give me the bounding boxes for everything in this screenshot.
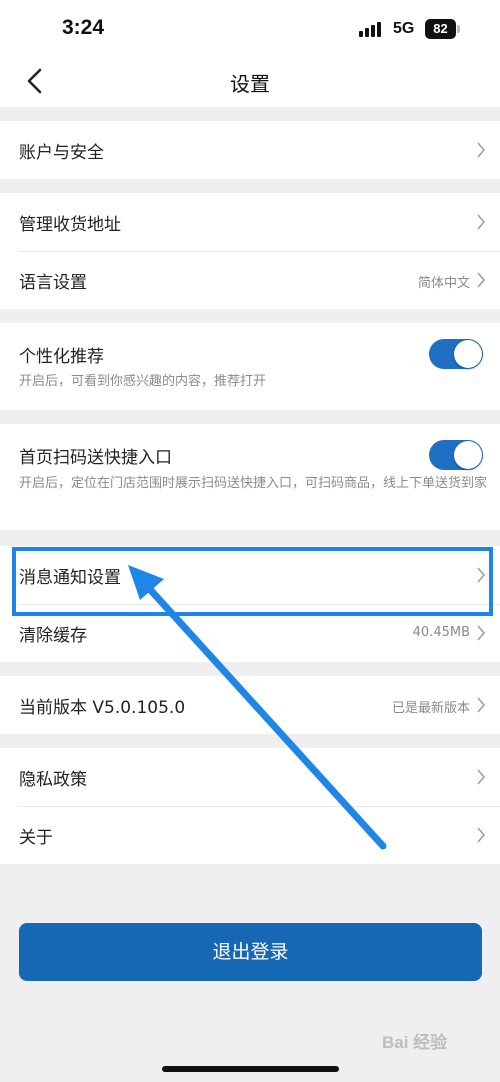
row-value: 已是最新版本	[391, 701, 470, 716]
group-version: 当前版本 V5.0.105.0 已是最新版本	[0, 676, 500, 734]
group-personalized: 个性化推荐 开启后，可看到你感兴趣的内容，推荐打开	[0, 323, 500, 410]
row-account-security[interactable]: 账户与安全	[0, 121, 500, 179]
row-value: 简体中文	[417, 276, 470, 291]
row-manage-address[interactable]: 管理收货地址	[0, 193, 500, 251]
annotation-highlight-box	[12, 547, 493, 616]
chevron-right-icon	[477, 827, 486, 843]
row-language[interactable]: 语言设置 简体中文	[0, 251, 500, 309]
status-time: 3:24	[62, 16, 105, 39]
chevron-right-icon	[477, 625, 486, 641]
chevron-right-icon	[477, 142, 486, 158]
group-account: 账户与安全	[0, 121, 500, 179]
scan-shortcut-toggle[interactable]	[429, 440, 483, 470]
chevron-right-icon	[477, 769, 486, 785]
nav-bar: 设置	[0, 56, 500, 107]
row-value: 40.45MB	[412, 625, 470, 640]
home-indicator[interactable]	[162, 1066, 339, 1072]
header: 3:24 5G 82 设置	[0, 0, 500, 107]
row-privacy-policy[interactable]: 隐私政策	[0, 748, 500, 806]
row-label: 管理收货地址	[19, 215, 121, 235]
toggle-description: 开启后，定位在门店范围时展示扫码送快捷入口，可扫码商品，线上下单送货到家	[19, 476, 488, 491]
chevron-right-icon	[477, 272, 486, 288]
chevron-right-icon	[477, 697, 486, 713]
status-bar: 3:24 5G 82	[0, 0, 500, 56]
signal-icon	[359, 21, 381, 37]
logout-button[interactable]: 退出登录	[19, 923, 482, 981]
row-label: 清除缓存	[19, 626, 87, 646]
row-label: 隐私政策	[19, 770, 87, 790]
group-privacy-about: 隐私政策 关于	[0, 748, 500, 864]
watermark: Bai 经验	[382, 1033, 448, 1052]
toggle-knob	[454, 340, 482, 368]
toggle-description: 开启后，可看到你感兴趣的内容，推荐打开	[19, 374, 267, 389]
personalized-toggle[interactable]	[429, 339, 483, 369]
chevron-right-icon	[477, 214, 486, 230]
row-label: 关于	[19, 828, 53, 848]
toggle-label: 个性化推荐	[19, 347, 104, 367]
row-current-version[interactable]: 当前版本 V5.0.105.0 已是最新版本	[0, 676, 500, 734]
battery-tip	[457, 25, 460, 33]
group-address-language: 管理收货地址 语言设置 简体中文	[0, 193, 500, 309]
battery-icon: 82	[425, 19, 456, 39]
toggle-knob	[454, 441, 482, 469]
row-about[interactable]: 关于	[0, 806, 500, 864]
group-scan-entry: 首页扫码送快捷入口 开启后，定位在门店范围时展示扫码送快捷入口，可扫码商品，线上…	[0, 424, 500, 530]
page-title: 设置	[230, 72, 270, 96]
row-label: 当前版本 V5.0.105.0	[19, 698, 186, 718]
network-label: 5G	[393, 20, 415, 37]
toggle-label: 首页扫码送快捷入口	[19, 448, 172, 468]
row-label: 账户与安全	[19, 143, 104, 163]
row-label: 语言设置	[19, 273, 87, 293]
